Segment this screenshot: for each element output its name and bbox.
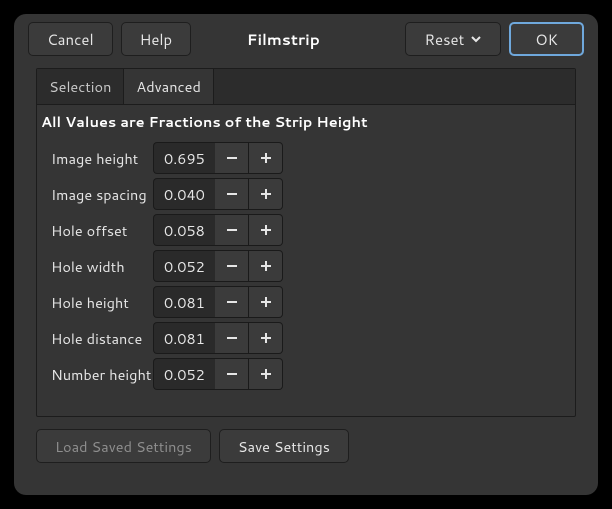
param-row: Number height	[49, 356, 563, 392]
footer: Load Saved Settings Save Settings	[14, 417, 598, 463]
minus-icon	[225, 295, 239, 309]
increment-button[interactable]	[249, 358, 283, 390]
param-row: Image spacing	[49, 176, 563, 212]
param-label: Hole width	[49, 256, 153, 277]
plus-icon	[259, 187, 273, 201]
decrement-button[interactable]	[215, 142, 249, 174]
decrement-button[interactable]	[215, 178, 249, 210]
param-spinner	[153, 286, 283, 318]
param-input[interactable]	[153, 358, 215, 390]
increment-button[interactable]	[249, 142, 283, 174]
param-label: Hole offset	[49, 220, 153, 241]
tab-spacer	[214, 69, 575, 104]
param-spinner	[153, 142, 283, 174]
param-label: Hole height	[49, 292, 153, 313]
plus-icon	[259, 259, 273, 273]
content-panel: Selection Advanced All Values are Fracti…	[36, 68, 576, 417]
param-label: Image spacing	[49, 184, 153, 205]
param-row: Hole offset	[49, 212, 563, 248]
param-input[interactable]	[153, 178, 215, 210]
plus-icon	[259, 367, 273, 381]
param-row: Hole width	[49, 248, 563, 284]
decrement-button[interactable]	[215, 250, 249, 282]
minus-icon	[225, 223, 239, 237]
minus-icon	[225, 259, 239, 273]
param-row: Hole distance	[49, 320, 563, 356]
param-input[interactable]	[153, 250, 215, 282]
param-spinner	[153, 322, 283, 354]
param-row: Hole height	[49, 284, 563, 320]
save-settings-button[interactable]: Save Settings	[219, 429, 349, 463]
tab-advanced[interactable]: Advanced	[124, 69, 213, 104]
increment-button[interactable]	[249, 178, 283, 210]
tab-bar: Selection Advanced	[37, 69, 575, 105]
param-label: Hole distance	[49, 328, 153, 349]
plus-icon	[259, 295, 273, 309]
param-spinner	[153, 178, 283, 210]
param-input[interactable]	[153, 322, 215, 354]
reset-button[interactable]: Reset	[405, 22, 501, 56]
increment-button[interactable]	[249, 286, 283, 318]
plus-icon	[259, 151, 273, 165]
decrement-button[interactable]	[215, 286, 249, 318]
param-spinner	[153, 250, 283, 282]
decrement-button[interactable]	[215, 358, 249, 390]
titlebar-right-group: Reset OK	[405, 22, 584, 56]
param-input[interactable]	[153, 214, 215, 246]
params-body: Image height Image spacing Hole offset Hole…	[37, 140, 575, 416]
reset-label: Reset	[424, 29, 464, 50]
decrement-button[interactable]	[215, 322, 249, 354]
plus-icon	[259, 331, 273, 345]
dialog-window: Cancel Help Filmstrip Reset OK Selection…	[14, 14, 598, 495]
plus-icon	[259, 223, 273, 237]
tab-selection[interactable]: Selection	[37, 69, 124, 104]
param-spinner	[153, 214, 283, 246]
minus-icon	[225, 187, 239, 201]
decrement-button[interactable]	[215, 214, 249, 246]
param-input[interactable]	[153, 286, 215, 318]
ok-button[interactable]: OK	[509, 22, 584, 56]
param-label: Image height	[49, 148, 153, 169]
minus-icon	[225, 331, 239, 345]
increment-button[interactable]	[249, 250, 283, 282]
cancel-button[interactable]: Cancel	[28, 22, 113, 56]
section-title: All Values are Fractions of the Strip He…	[37, 105, 575, 140]
increment-button[interactable]	[249, 322, 283, 354]
increment-button[interactable]	[249, 214, 283, 246]
chevron-down-icon	[470, 33, 482, 45]
param-row: Image height	[49, 140, 563, 176]
dialog-title: Filmstrip	[169, 28, 397, 50]
param-label: Number height	[49, 364, 153, 385]
param-spinner	[153, 358, 283, 390]
param-input[interactable]	[153, 142, 215, 174]
minus-icon	[225, 151, 239, 165]
minus-icon	[225, 367, 239, 381]
load-saved-settings-button[interactable]: Load Saved Settings	[36, 429, 211, 463]
titlebar: Cancel Help Filmstrip Reset OK	[14, 14, 598, 68]
